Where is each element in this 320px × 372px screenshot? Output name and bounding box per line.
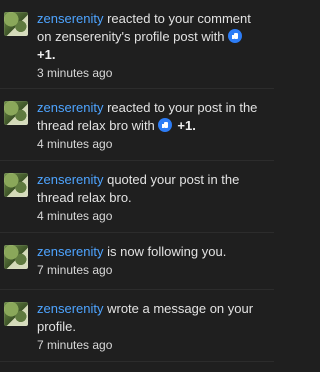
notification-time: 7 minutes ago (37, 263, 113, 277)
like-icon (158, 118, 173, 132)
notification-message: is now following you. (103, 244, 227, 259)
avatar[interactable] (4, 101, 28, 125)
username-link[interactable]: zenserenity (37, 11, 103, 26)
notification-item[interactable]: zenserenity is now following you. 7 minu… (0, 233, 274, 290)
notification-item[interactable]: zenserenity reacted to your comment on z… (0, 0, 274, 89)
notification-time: 7 minutes ago (37, 338, 113, 352)
notification-time: 4 minutes ago (37, 137, 113, 151)
notification-item[interactable]: zenserenity wrote a message on your prof… (0, 290, 274, 362)
notification-time: 3 minutes ago (37, 66, 113, 80)
avatar[interactable] (4, 302, 28, 326)
avatar[interactable] (4, 245, 28, 269)
notification-item[interactable]: zenserenity reacted to your post in the … (0, 89, 274, 161)
avatar[interactable] (4, 12, 28, 36)
notification-text: zenserenity wrote a message on your prof… (37, 300, 264, 353)
username-link[interactable]: zenserenity (37, 100, 103, 115)
username-link[interactable]: zenserenity (37, 244, 103, 259)
notification-list: zenserenity reacted to your comment on z… (0, 0, 274, 372)
notification-text: zenserenity reacted to your post in the … (37, 99, 264, 152)
avatar[interactable] (4, 173, 28, 197)
notification-time: 4 minutes ago (37, 209, 113, 223)
reaction-label: +1. (37, 47, 56, 62)
like-icon (228, 29, 243, 43)
username-link[interactable]: zenserenity (37, 172, 103, 187)
username-link[interactable]: zenserenity (37, 301, 103, 316)
notification-text: zenserenity is now following you. 7 minu… (37, 243, 264, 278)
notification-item[interactable]: zenserenity quoted your post in the thre… (0, 161, 274, 233)
notification-text: zenserenity reacted to your comment on z… (37, 10, 264, 81)
reaction-label: +1. (177, 118, 196, 133)
notification-text: zenserenity quoted your post in the thre… (37, 171, 264, 224)
